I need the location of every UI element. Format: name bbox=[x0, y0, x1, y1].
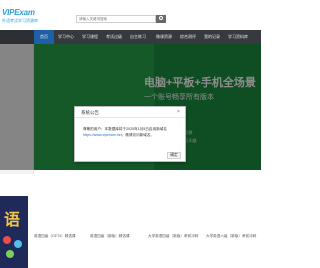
dialog-title: 系统公告 bbox=[81, 110, 99, 115]
course-card-label[interactable]: 英语四级（新版）精选课 bbox=[90, 234, 130, 239]
nav-item-study-center[interactable]: 学习中心 bbox=[58, 34, 74, 40]
nav-item-assessment[interactable]: 综合测评 bbox=[180, 34, 196, 40]
course-card-label[interactable]: 大学英语六级（新版）考前冲刺 bbox=[206, 234, 256, 239]
dialog-message: 尊敬的用户：本数据库将于2025年1月5日启用新域名 https://www.v… bbox=[83, 126, 181, 138]
course-card-label[interactable]: 大学英语四级（新版）考前冲刺 bbox=[148, 234, 198, 239]
nav-item-home[interactable]: 首页 bbox=[40, 34, 48, 40]
cover-dot-red bbox=[3, 236, 11, 244]
dialog-header: 系统公告 × bbox=[75, 107, 185, 118]
search-icon bbox=[159, 16, 163, 20]
nav-item-records[interactable]: 我的记录 bbox=[204, 34, 220, 40]
search-input[interactable] bbox=[77, 16, 155, 22]
notice-dialog: 系统公告 × 尊敬的用户：本数据库将于2025年1月5日启用新域名 https:… bbox=[74, 106, 186, 162]
nav-item-practice[interactable]: 自主练习 bbox=[130, 34, 146, 40]
dialog-url-link[interactable]: https://www.vipexam.net bbox=[83, 133, 122, 137]
logo-subtitle: 外语考试学习资源库 bbox=[2, 18, 38, 23]
cover-dot-green bbox=[6, 250, 14, 258]
dialog-message-tail: ，敬请访问新域名。 bbox=[121, 133, 155, 137]
cover-character: 语 bbox=[4, 212, 21, 229]
site-header: VIPExam 外语考试学习资源库 bbox=[0, 0, 261, 30]
nav-category-area bbox=[0, 30, 34, 44]
cover-dot-blue bbox=[14, 240, 22, 248]
nav-item-micro-lessons[interactable]: 微课资源 bbox=[156, 34, 172, 40]
course-card-label[interactable]: 英语四级（CET4）精选课 bbox=[34, 234, 76, 239]
nav-item-library[interactable]: 学习资料库 bbox=[228, 34, 248, 40]
confirm-button[interactable]: 确定 bbox=[167, 152, 181, 159]
nav-item-exams[interactable]: 考试过级 bbox=[106, 34, 122, 40]
close-icon[interactable]: × bbox=[177, 109, 180, 115]
logo-brand: VIPExam bbox=[2, 8, 35, 17]
course-section bbox=[0, 174, 261, 268]
nav-item-courses[interactable]: 学习课程 bbox=[82, 34, 98, 40]
search-button[interactable] bbox=[156, 15, 166, 23]
site-logo[interactable]: VIPExam 外语考试学习资源库 bbox=[0, 8, 48, 26]
search-box bbox=[76, 15, 156, 23]
dialog-message-text: 尊敬的用户：本数据库将于2025年1月5日启用新域名 bbox=[83, 127, 167, 131]
course-cover[interactable]: 语 bbox=[0, 196, 28, 268]
